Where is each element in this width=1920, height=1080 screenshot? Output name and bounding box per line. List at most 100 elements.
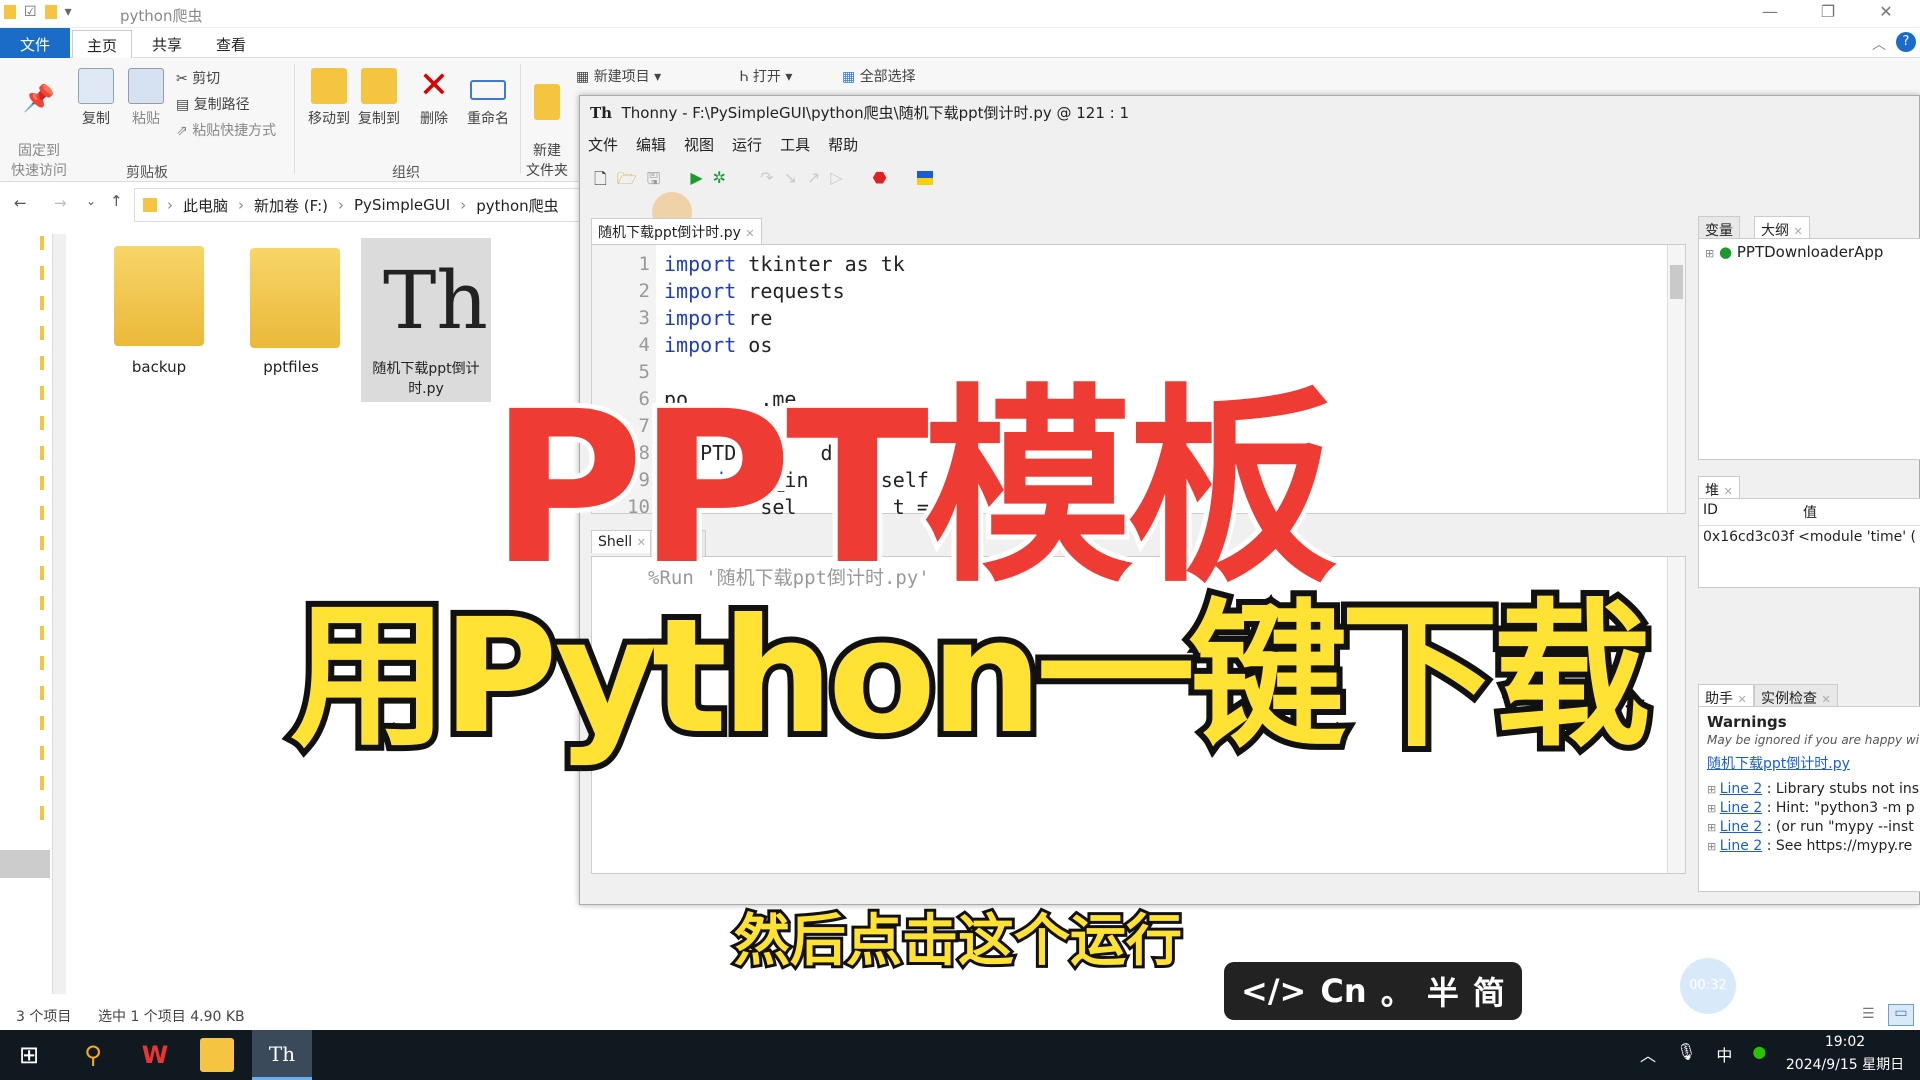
stop-icon[interactable]: ⬣	[873, 168, 887, 195]
tray-chevron-icon[interactable]: ︿	[1640, 1042, 1656, 1066]
open-file-icon[interactable]: 🗁	[617, 168, 637, 195]
large-icons-view-icon[interactable]: ▭	[1888, 1004, 1914, 1026]
file-explorer-icon[interactable]	[200, 1038, 234, 1072]
breadcrumb-current[interactable]: python爬虫	[476, 195, 558, 216]
close-button[interactable]: ✕	[1866, 2, 1906, 26]
outline-item[interactable]: ⊞ ● PPTDownloaderApp	[1699, 239, 1920, 265]
expand-icon[interactable]: ⊞	[1707, 821, 1720, 834]
select-all-button[interactable]: ▦ 全部选择	[842, 66, 916, 86]
breadcrumb[interactable]: › 此电脑 › 新加卷 (F:) › PySimpleGUI › python爬…	[134, 188, 580, 222]
up-arrow-icon[interactable]: ↑	[110, 192, 123, 210]
delete-button[interactable]: ✕ 删除	[414, 68, 454, 128]
copy-to-button[interactable]: 复制到	[354, 68, 404, 128]
expand-icon[interactable]: ⊞	[1707, 783, 1720, 796]
breadcrumb-pc[interactable]: 此电脑	[183, 195, 228, 216]
recent-dropdown-icon[interactable]: ⌄	[86, 194, 96, 208]
heap-panel[interactable]: ID 值 0x16cd3c03f <module 'time' (	[1698, 498, 1920, 588]
breadcrumb-drive[interactable]: 新加卷 (F:)	[254, 195, 328, 216]
warning-text: : Library stubs not ins	[1762, 781, 1920, 797]
save-icon[interactable]: 🖫	[647, 168, 661, 195]
ime-indicator[interactable]: 中	[1716, 1042, 1732, 1066]
windows-start-icon[interactable]: ⊞	[12, 1038, 46, 1072]
expand-icon[interactable]: ⊞	[1707, 802, 1720, 815]
menu-help[interactable]: 帮助	[828, 134, 858, 155]
minimize-button[interactable]: —	[1750, 2, 1790, 26]
menu-file[interactable]: 文件	[588, 134, 618, 155]
menu-run[interactable]: 运行	[732, 134, 762, 155]
breadcrumb-pysimplegui[interactable]: PySimpleGUI	[354, 196, 450, 214]
warning-line-link[interactable]: Line 2	[1720, 819, 1763, 835]
shell-scrollbar[interactable]	[1667, 557, 1685, 873]
paste-button[interactable]: 粘贴	[126, 68, 166, 128]
properties-icon[interactable]: ☑	[24, 4, 37, 20]
new-file-icon[interactable]: 🗋	[594, 168, 607, 195]
maximize-button[interactable]: ❐	[1808, 2, 1848, 26]
tab-share[interactable]: 共享	[138, 30, 196, 58]
editor-tab[interactable]: 随机下载ppt倒计时.py ✕	[591, 218, 762, 245]
clock[interactable]: 19:02 2024/9/15 星期日	[1780, 1034, 1910, 1074]
tab-file[interactable]: 文件	[0, 28, 70, 58]
open-icon: Ꮒ	[740, 69, 749, 85]
quick-access-toolbar[interactable]: ☑ ▾	[4, 4, 72, 20]
tab-home[interactable]: 主页	[72, 30, 133, 58]
rename-button[interactable]: 重命名	[462, 68, 514, 128]
move-to-button[interactable]: 移动到	[304, 68, 354, 128]
step-over-icon[interactable]: ↷	[760, 168, 773, 195]
customize-icon[interactable]: ▾	[65, 4, 72, 20]
back-arrow-icon[interactable]: ←	[14, 194, 27, 212]
help-icon[interactable]: ?	[1896, 32, 1916, 52]
microphone-icon[interactable]: 🎙	[1676, 1042, 1696, 1066]
copy-path-button[interactable]: ▤ 复制路径	[176, 94, 250, 114]
tree-selected-item[interactable]	[0, 850, 50, 878]
new-item-icon: ▦	[576, 69, 590, 85]
folder-icon	[250, 248, 340, 348]
paste-shortcut-button[interactable]: ⇗ 粘贴快捷方式	[176, 120, 276, 140]
code-rest: requests	[736, 279, 845, 303]
thonny-menu-bar: 文件 编辑 视图 运行 工具 帮助	[588, 134, 858, 155]
debug-icon[interactable]: ✲	[713, 168, 726, 195]
pin-button[interactable]: 📌 固定到 快速访问	[6, 68, 72, 180]
details-view-icon[interactable]: ☰	[1862, 1006, 1875, 1022]
tree-scrollbar[interactable]	[52, 234, 66, 994]
menu-view[interactable]: 视图	[684, 134, 714, 155]
new-folder-icon[interactable]	[44, 5, 57, 19]
heap-row[interactable]: 0x16cd3c03f <module 'time' (	[1699, 526, 1920, 548]
step-into-icon[interactable]: ↘	[783, 168, 796, 195]
warning-line-link[interactable]: Line 2	[1720, 800, 1763, 816]
navigation-pane[interactable]	[0, 228, 70, 1018]
select-all-icon: ▦	[842, 69, 856, 85]
paste-icon	[128, 68, 164, 104]
code-keyword: import	[664, 252, 737, 276]
cut-button[interactable]: ✂ 剪切	[176, 68, 220, 88]
wps-icon[interactable]: W	[138, 1038, 172, 1072]
menu-tools[interactable]: 工具	[780, 134, 810, 155]
outline-panel[interactable]: ⊞ ● PPTDownloaderApp	[1698, 238, 1920, 460]
code-line[interactable]: import tkinter as tk	[664, 251, 953, 278]
warning-line-link[interactable]: Line 2	[1720, 781, 1763, 797]
file-item-selected-py[interactable]: Th 随机下载ppt倒计时.py	[361, 238, 491, 402]
forward-arrow-icon[interactable]: →	[54, 194, 67, 212]
menu-edit[interactable]: 编辑	[636, 134, 666, 155]
code-line[interactable]: import requests	[664, 278, 953, 305]
rename-icon	[470, 80, 506, 100]
file-item-pptfiles[interactable]: pptfiles	[236, 238, 346, 398]
wechat-icon[interactable]: ●	[1752, 1042, 1766, 1066]
thonny-taskbar-icon[interactable]: Th	[252, 1030, 312, 1080]
copy-button[interactable]: 复制	[76, 68, 116, 128]
search-icon[interactable]: ⚲	[76, 1038, 110, 1072]
warning-line-link[interactable]: Line 2	[1720, 838, 1763, 854]
run-icon[interactable]: ▶	[690, 168, 702, 195]
step-out-icon[interactable]: ↗	[807, 168, 820, 195]
collapse-ribbon-icon[interactable]: ︿	[1872, 34, 1886, 54]
editor-scrollbar[interactable]	[1667, 245, 1685, 513]
ukraine-flag-icon	[916, 171, 933, 185]
tab-view[interactable]: 查看	[202, 30, 260, 58]
warnings-file-link[interactable]: 随机下载ppt倒计时.py	[1707, 753, 1912, 773]
file-item-backup[interactable]: backup	[100, 238, 218, 398]
new-item-button[interactable]: ▦ 新建项目 ▾	[576, 66, 661, 86]
expand-icon[interactable]: ⊞	[1707, 840, 1720, 853]
new-folder-button[interactable]: 新建 文件夹	[524, 68, 570, 180]
close-tab-icon[interactable]: ✕	[745, 227, 754, 240]
open-button[interactable]: Ꮒ 打开 ▾	[740, 66, 792, 86]
resume-icon[interactable]: ▷	[830, 168, 842, 195]
